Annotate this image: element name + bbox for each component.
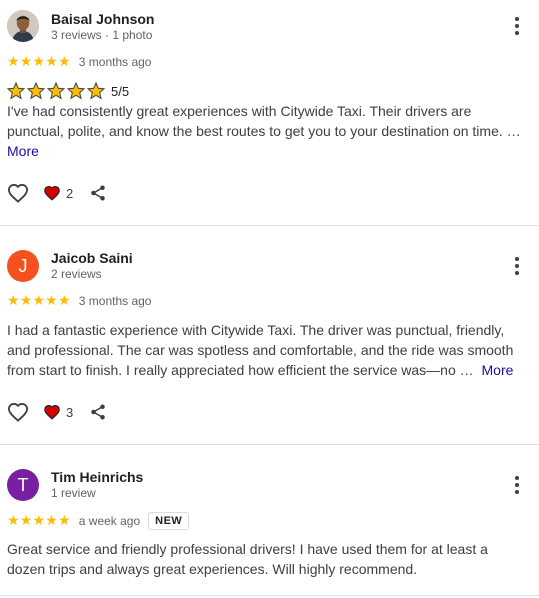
rating-row: ★★★★★ 3 months ago bbox=[7, 293, 151, 309]
share-icon bbox=[91, 404, 105, 420]
reviewer-meta: 2 reviews bbox=[51, 267, 102, 281]
star-rating: ★★★★★ bbox=[7, 514, 71, 528]
reaction-count[interactable]: 2 bbox=[43, 185, 73, 201]
avatar[interactable] bbox=[7, 10, 39, 42]
more-link[interactable]: More bbox=[7, 143, 39, 159]
reviewer-name[interactable]: Baisal Johnson bbox=[51, 11, 154, 27]
heart-outline-icon bbox=[7, 183, 29, 203]
avatar-initial: J bbox=[18, 255, 28, 276]
rating-score: 5/5 bbox=[111, 83, 130, 99]
review-text: I've had consistently great experiences … bbox=[7, 101, 525, 161]
stars-text: ★★★★★ bbox=[7, 513, 71, 529]
more-vert-icon[interactable] bbox=[508, 15, 526, 37]
rating-row: ★★★★★ a week ago NEW bbox=[7, 510, 190, 532]
review-body: I've had consistently great experiences … bbox=[7, 103, 521, 139]
share-button[interactable] bbox=[89, 403, 107, 421]
more-link[interactable]: More bbox=[482, 362, 514, 378]
review-text: Great service and friendly professional … bbox=[7, 539, 525, 579]
review-body: Great service and friendly professional … bbox=[7, 541, 488, 577]
more-vert-icon[interactable] bbox=[508, 474, 526, 496]
like-count: 2 bbox=[66, 185, 74, 201]
review-actions: 3 bbox=[7, 401, 107, 423]
review-card: T Tim Heinrichs 1 review ★★★★★ a week ag… bbox=[0, 445, 539, 598]
review-time: 3 months ago bbox=[78, 55, 152, 69]
more-vert-icon[interactable] bbox=[508, 255, 526, 277]
share-icon bbox=[91, 185, 105, 201]
review-body: I had a fantastic experience with Citywi… bbox=[7, 322, 514, 378]
star-rating: ★★★★★ bbox=[7, 294, 71, 308]
review-text: I had a fantastic experience with Citywi… bbox=[7, 320, 525, 380]
share-button[interactable] bbox=[89, 184, 107, 202]
avatar[interactable]: J bbox=[7, 250, 39, 282]
review-card: Baisal Johnson 3 reviews · 1 photo ★★★★★… bbox=[0, 0, 539, 225]
stars-text: ★★★★★ bbox=[7, 293, 71, 309]
stars-text: ★★★★★ bbox=[7, 54, 71, 70]
outlined-stars-icon bbox=[7, 82, 106, 100]
review-time: 3 months ago bbox=[78, 294, 152, 308]
review-card: J Jaicob Saini 2 reviews ★★★★★ 3 months … bbox=[0, 226, 539, 444]
detailed-rating: 5/5 bbox=[7, 82, 129, 100]
avatar-initial: T bbox=[17, 474, 29, 495]
star-rating: ★★★★★ bbox=[7, 55, 71, 69]
divider bbox=[0, 595, 539, 596]
like-button[interactable] bbox=[7, 183, 29, 203]
reaction-count[interactable]: 3 bbox=[43, 404, 73, 420]
review-time: a week ago bbox=[78, 514, 141, 528]
heart-outline-icon bbox=[7, 402, 29, 422]
user-photo-icon bbox=[7, 10, 39, 42]
reviewer-name[interactable]: Tim Heinrichs bbox=[51, 469, 143, 485]
review-actions: 2 bbox=[7, 182, 107, 204]
avatar[interactable]: T bbox=[7, 469, 39, 501]
reviewer-meta: 3 reviews · 1 photo bbox=[51, 28, 153, 42]
heart-filled-icon bbox=[44, 404, 60, 420]
like-count: 3 bbox=[66, 404, 74, 420]
reviewer-meta: 1 review bbox=[51, 486, 96, 500]
rating-row: ★★★★★ 3 months ago bbox=[7, 54, 151, 70]
like-button[interactable] bbox=[7, 402, 29, 422]
new-badge: NEW bbox=[148, 512, 190, 530]
reviewer-name[interactable]: Jaicob Saini bbox=[51, 250, 133, 266]
heart-filled-icon bbox=[44, 185, 60, 201]
